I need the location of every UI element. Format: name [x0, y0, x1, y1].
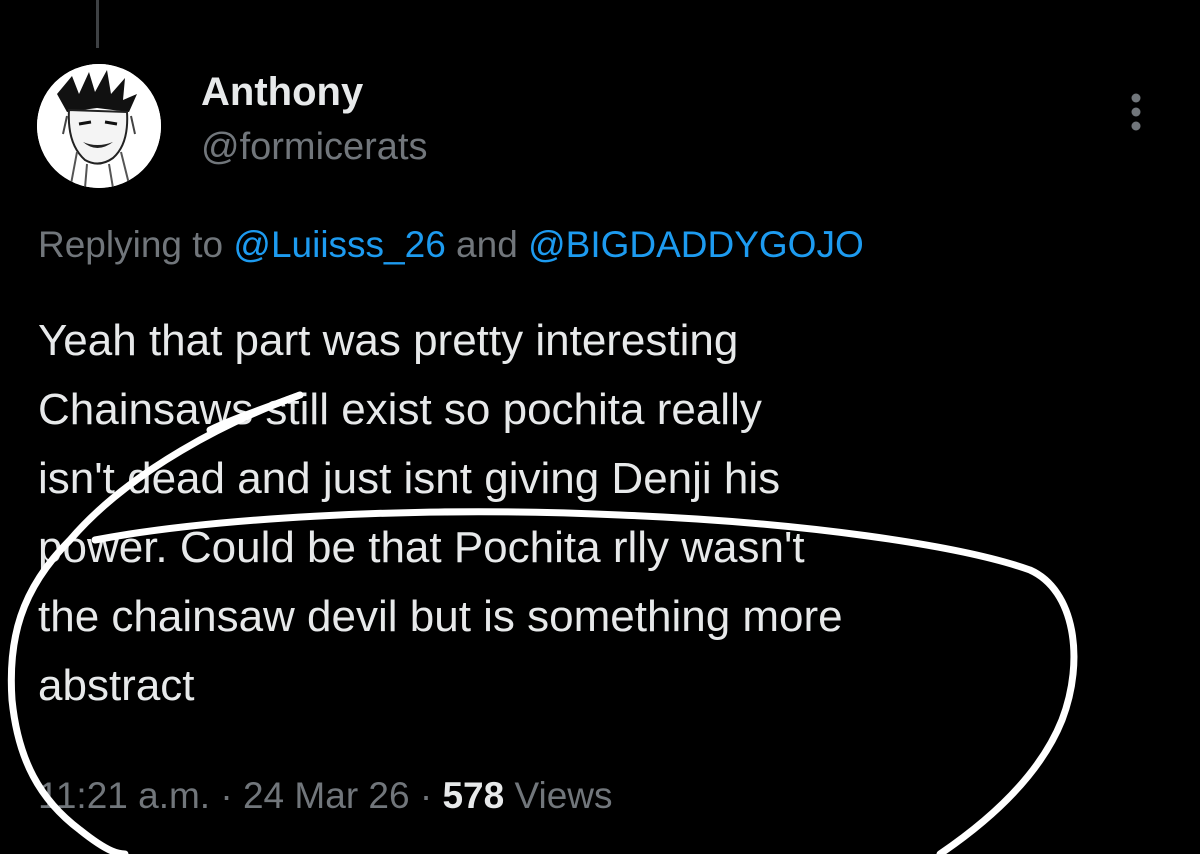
- meta-separator: ·: [409, 775, 443, 816]
- mention-link[interactable]: @Luiisss_26: [233, 224, 445, 265]
- replying-to-line: Replying to @Luiisss_26 and @BIGDADDYGOJ…: [38, 222, 864, 268]
- tweet-text-line: the chainsaw devil but is something more: [38, 592, 843, 641]
- tweet-text-line: abstract: [38, 661, 195, 710]
- author-avatar[interactable]: [37, 64, 161, 188]
- meta-separator: ·: [210, 775, 243, 816]
- tweet-text-line: Chainsaws still exist so pochita really: [38, 385, 762, 434]
- tweet-time[interactable]: 11:21 a.m.: [38, 775, 210, 816]
- more-vertical-icon: [1131, 93, 1141, 131]
- mention-link[interactable]: @BIGDADDYGOJO: [528, 224, 864, 265]
- author-display-name[interactable]: Anthony: [201, 68, 363, 116]
- replying-prefix: Replying to: [38, 224, 234, 265]
- manga-portrait-avatar: [37, 64, 161, 188]
- author-handle[interactable]: @formicerats: [201, 124, 428, 170]
- tweet-text-line: Yeah that part was pretty interesting: [38, 316, 739, 365]
- more-options-button[interactable]: [1118, 88, 1154, 136]
- views-count[interactable]: 578: [442, 775, 504, 816]
- tweet-date[interactable]: 24 Mar 26: [243, 775, 410, 816]
- views-label[interactable]: Views: [504, 775, 612, 816]
- tweet-text-line: isn't dead and just isnt giving Denji hi…: [38, 454, 781, 503]
- tweet-text-line: power. Could be that Pochita rlly wasn't: [38, 523, 805, 572]
- replying-joiner: and: [445, 224, 529, 265]
- tweet-metadata: 11:21 a.m. · 24 Mar 26 · 578 Views: [38, 772, 613, 820]
- tweet-text: Yeah that part was pretty interesting Ch…: [38, 306, 1138, 720]
- thread-connector-line: [96, 0, 99, 48]
